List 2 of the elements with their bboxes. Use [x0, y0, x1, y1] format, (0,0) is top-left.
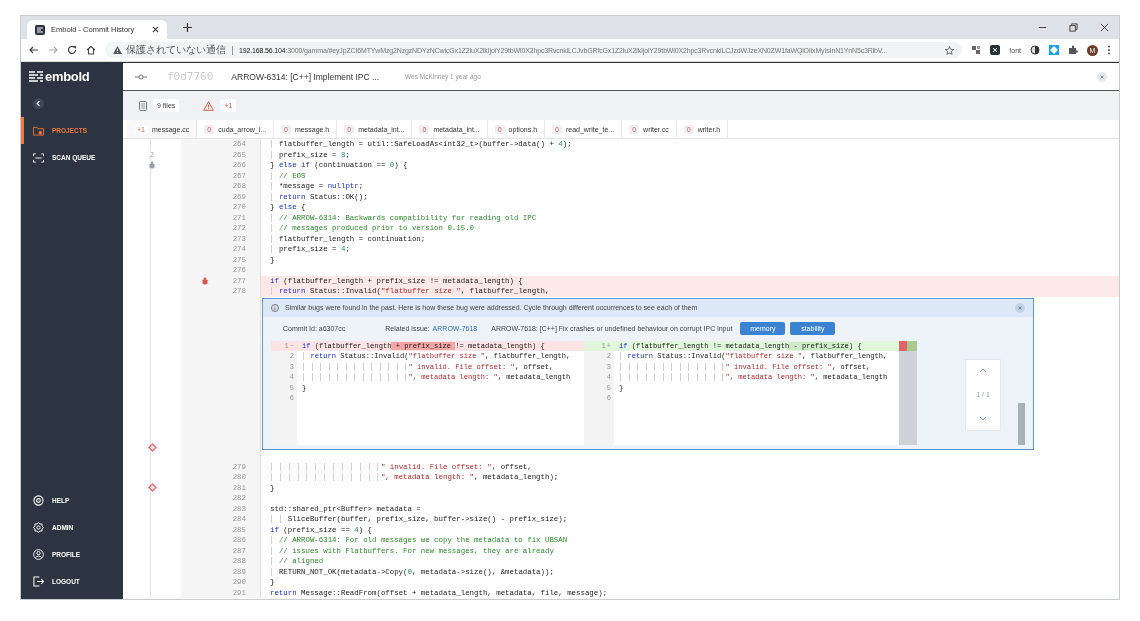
logo-text: embold	[45, 68, 90, 84]
commit-title: ARROW-6314: [C++] Implement IPC ...	[231, 71, 380, 82]
